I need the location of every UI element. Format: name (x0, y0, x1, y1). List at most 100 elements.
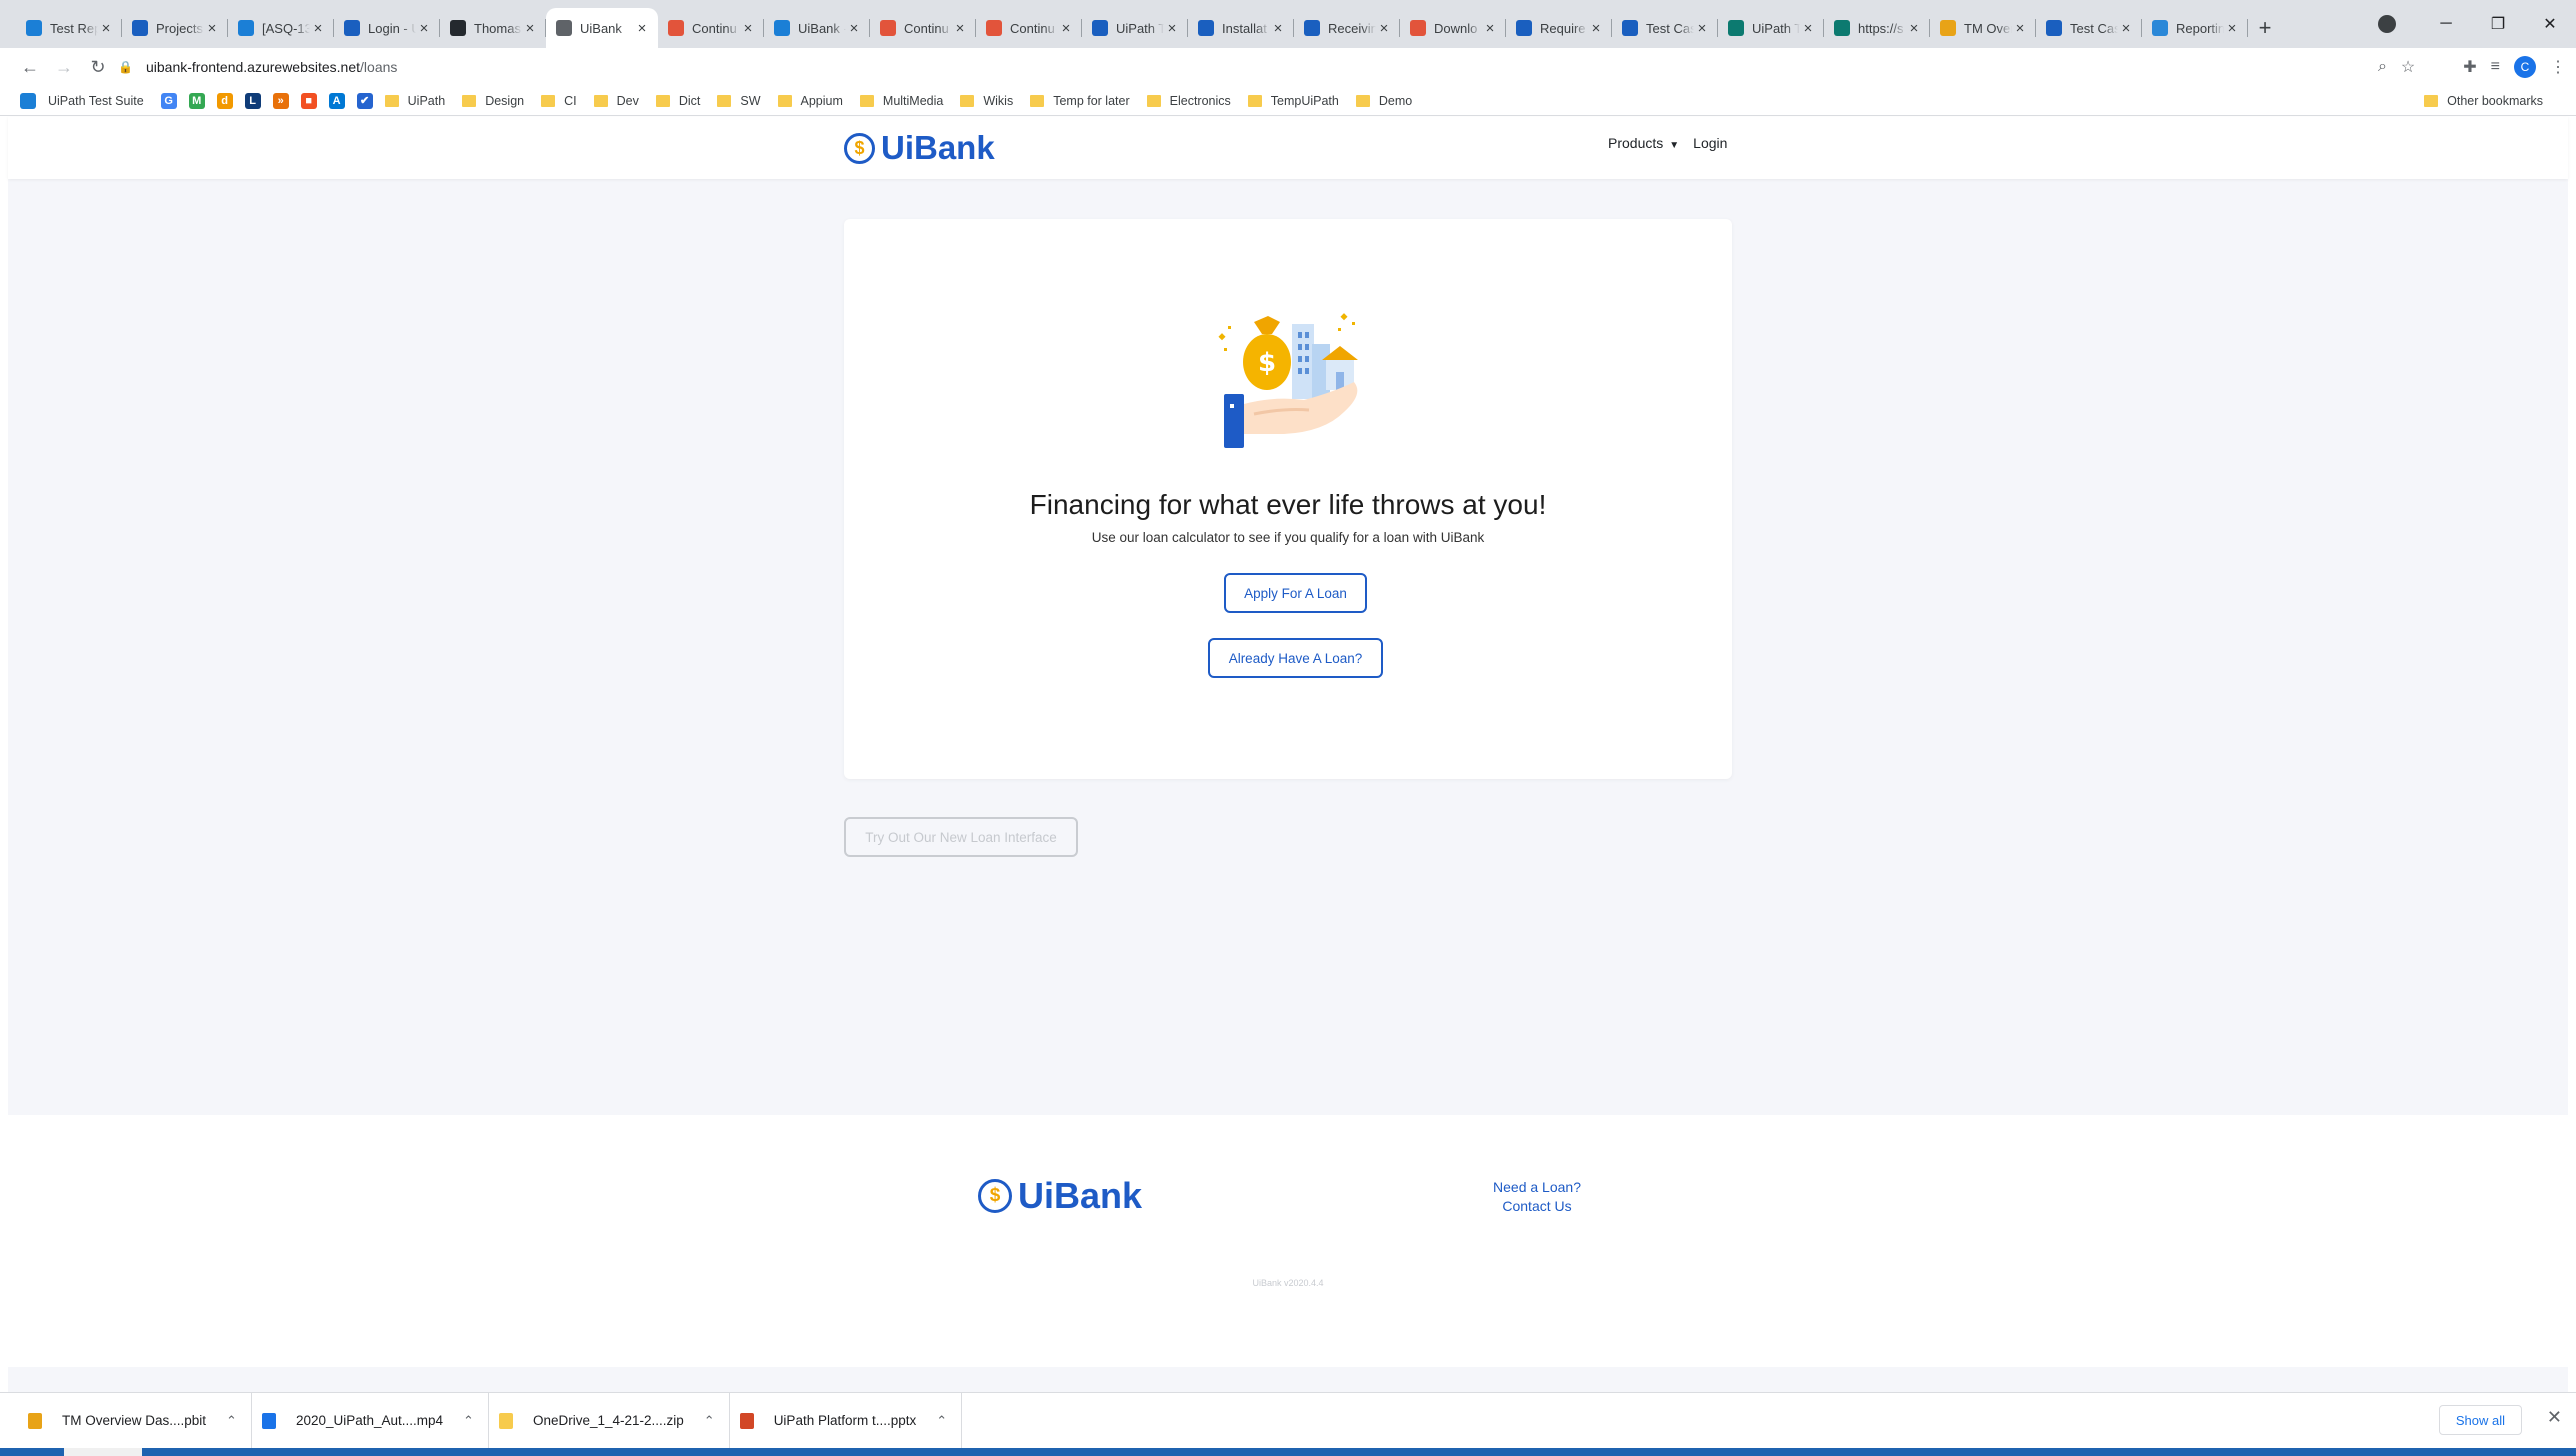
browser-tab[interactable]: Login - U × (334, 8, 440, 48)
tab-close-icon[interactable]: × (2224, 20, 2240, 37)
chevron-up-icon[interactable]: ⌃ (704, 1413, 715, 1429)
browser-tab[interactable]: UiBank - × (764, 8, 870, 48)
download-item[interactable]: TM Overview Das....pbit ⌃ (18, 1392, 252, 1449)
restore-button[interactable]: ❐ (2472, 14, 2524, 34)
browser-tab[interactable]: Continu × (870, 8, 976, 48)
bookmark-item[interactable]: Wikis (960, 94, 1013, 108)
tab-close-icon[interactable]: × (1800, 20, 1816, 37)
already-have-loan-button[interactable]: Already Have A Loan? (1208, 638, 1383, 678)
browser-tab[interactable]: Thomas × (440, 8, 546, 48)
browser-tab[interactable]: Receivin × (1294, 8, 1400, 48)
bookmark-star-icon[interactable]: ☆ (2401, 57, 2415, 77)
browser-tab[interactable]: Test Cas × (2036, 8, 2142, 48)
forward-icon[interactable]: → (48, 57, 80, 78)
tab-close-icon[interactable]: × (952, 20, 968, 37)
tab-search-icon[interactable] (2378, 15, 2396, 33)
apply-for-loan-button[interactable]: Apply For A Loan (1224, 573, 1367, 613)
tab-close-icon[interactable]: × (1164, 20, 1180, 37)
bookmark-item[interactable]: Temp for later (1030, 94, 1130, 108)
tab-close-icon[interactable]: × (522, 20, 538, 37)
download-item[interactable]: OneDrive_1_4-21-2....zip ⌃ (489, 1392, 730, 1449)
browser-tab[interactable]: TM Over × (1930, 8, 2036, 48)
reload-icon[interactable]: ↻ (82, 57, 114, 78)
bookmark-item[interactable]: Appium (777, 94, 843, 108)
tab-close-icon[interactable]: × (1270, 20, 1286, 37)
close-window-button[interactable]: ✕ (2524, 14, 2576, 34)
browser-tab[interactable]: Reportin × (2142, 8, 2248, 48)
browser-tab[interactable]: [ASQ-13 × (228, 8, 334, 48)
browser-tab[interactable]: Require × (1506, 8, 1612, 48)
new-loan-interface-button[interactable]: Try Out Our New Loan Interface (844, 817, 1078, 857)
tab-close-icon[interactable]: × (1058, 20, 1074, 37)
browser-tab[interactable]: Test Cas × (1612, 8, 1718, 48)
browser-tab[interactable]: UiBank × (546, 8, 658, 48)
tab-close-icon[interactable]: × (634, 20, 650, 37)
browser-tab[interactable]: UiPath T × (1082, 8, 1188, 48)
browser-tab[interactable]: Installat × (1188, 8, 1294, 48)
tab-close-icon[interactable]: × (2118, 20, 2134, 37)
need-loan-link[interactable]: Need a Loan? (1482, 1178, 1592, 1197)
tab-close-icon[interactable]: × (1482, 20, 1498, 37)
bookmark-item[interactable]: A (328, 92, 357, 109)
chevron-up-icon[interactable]: ⌃ (936, 1413, 947, 1429)
bookmark-item[interactable]: Dict (655, 94, 700, 108)
bookmark-item[interactable]: d (216, 92, 245, 109)
minimize-button[interactable]: ─ (2420, 15, 2472, 33)
lock-icon[interactable]: 🔒 (118, 60, 134, 74)
back-icon[interactable]: ← (14, 57, 46, 78)
bookmark-item[interactable]: MultiMedia (859, 94, 943, 108)
show-all-button[interactable]: Show all (2438, 1405, 2522, 1435)
products-dropdown[interactable]: Products ▼ (1608, 135, 1679, 151)
bookmark-item[interactable]: TempUiPath (1247, 94, 1339, 108)
bookmark-item[interactable]: CI (541, 94, 577, 108)
bookmark-item[interactable]: UiPath Test Suite (20, 92, 144, 109)
profile-avatar[interactable]: C (2514, 56, 2536, 78)
browser-tab[interactable]: Test Rep × (16, 8, 122, 48)
bookmark-item[interactable]: Design (462, 94, 524, 108)
browser-tab[interactable]: https://s × (1824, 8, 1930, 48)
bookmark-item[interactable]: G (160, 92, 189, 109)
uibank-logo[interactable]: $ UiBank (844, 129, 995, 167)
browser-tab[interactable]: Downlo × (1400, 8, 1506, 48)
tab-close-icon[interactable]: × (1906, 20, 1922, 37)
bookmark-item[interactable]: Electronics (1146, 94, 1231, 108)
browser-tab[interactable]: Projects × (122, 8, 228, 48)
browser-tab[interactable]: UiPath T × (1718, 8, 1824, 48)
chevron-up-icon[interactable]: ⌃ (226, 1413, 237, 1429)
login-link[interactable]: Login (1693, 135, 1727, 151)
tab-close-icon[interactable]: × (98, 20, 114, 37)
reading-list-icon[interactable]: ≡ (2491, 58, 2500, 76)
download-item[interactable]: UiPath Platform t....pptx ⌃ (730, 1392, 963, 1449)
bookmark-item[interactable]: Demo (1355, 94, 1412, 108)
bookmark-item[interactable]: SW (717, 94, 761, 108)
bookmark-item[interactable]: » (272, 92, 301, 109)
tab-close-icon[interactable]: × (204, 20, 220, 37)
contact-us-link[interactable]: Contact Us (1482, 1197, 1592, 1216)
tab-close-icon[interactable]: × (2012, 20, 2028, 37)
tab-close-icon[interactable]: × (740, 20, 756, 37)
browser-tab[interactable]: Continu × (658, 8, 764, 48)
tab-close-icon[interactable]: × (846, 20, 862, 37)
extensions-icon[interactable]: ✚ (2463, 57, 2476, 77)
chevron-up-icon[interactable]: ⌃ (463, 1413, 474, 1429)
zoom-icon[interactable]: ⌕ (2378, 58, 2387, 76)
tab-close-icon[interactable]: × (1376, 20, 1392, 37)
bookmark-item[interactable]: M (188, 92, 217, 109)
bookmark-item[interactable]: ■ (300, 92, 329, 109)
close-icon[interactable]: ✕ (2547, 1407, 2562, 1428)
browser-tab[interactable]: Continu × (976, 8, 1082, 48)
bookmark-item[interactable]: ✔ (356, 92, 385, 109)
new-tab-button[interactable]: + (2248, 8, 2282, 48)
bookmark-item[interactable]: UiPath (384, 94, 445, 108)
tab-close-icon[interactable]: × (310, 20, 326, 37)
address-bar[interactable]: 🔒 uibank-frontend.azurewebsites.net/loan… (118, 52, 2384, 82)
bookmark-item[interactable]: Dev (593, 94, 639, 108)
menu-kebab-icon[interactable]: ⋮ (2550, 57, 2566, 77)
tab-close-icon[interactable]: × (1588, 20, 1604, 37)
bookmark-item[interactable]: L (244, 92, 273, 109)
other-bookmarks[interactable]: Other bookmarks (2424, 86, 2543, 116)
tab-close-icon[interactable]: × (416, 20, 432, 37)
download-item[interactable]: 2020_UiPath_Aut....mp4 ⌃ (252, 1392, 489, 1449)
taskbar-item[interactable] (64, 1448, 142, 1456)
tab-close-icon[interactable]: × (1694, 20, 1710, 37)
